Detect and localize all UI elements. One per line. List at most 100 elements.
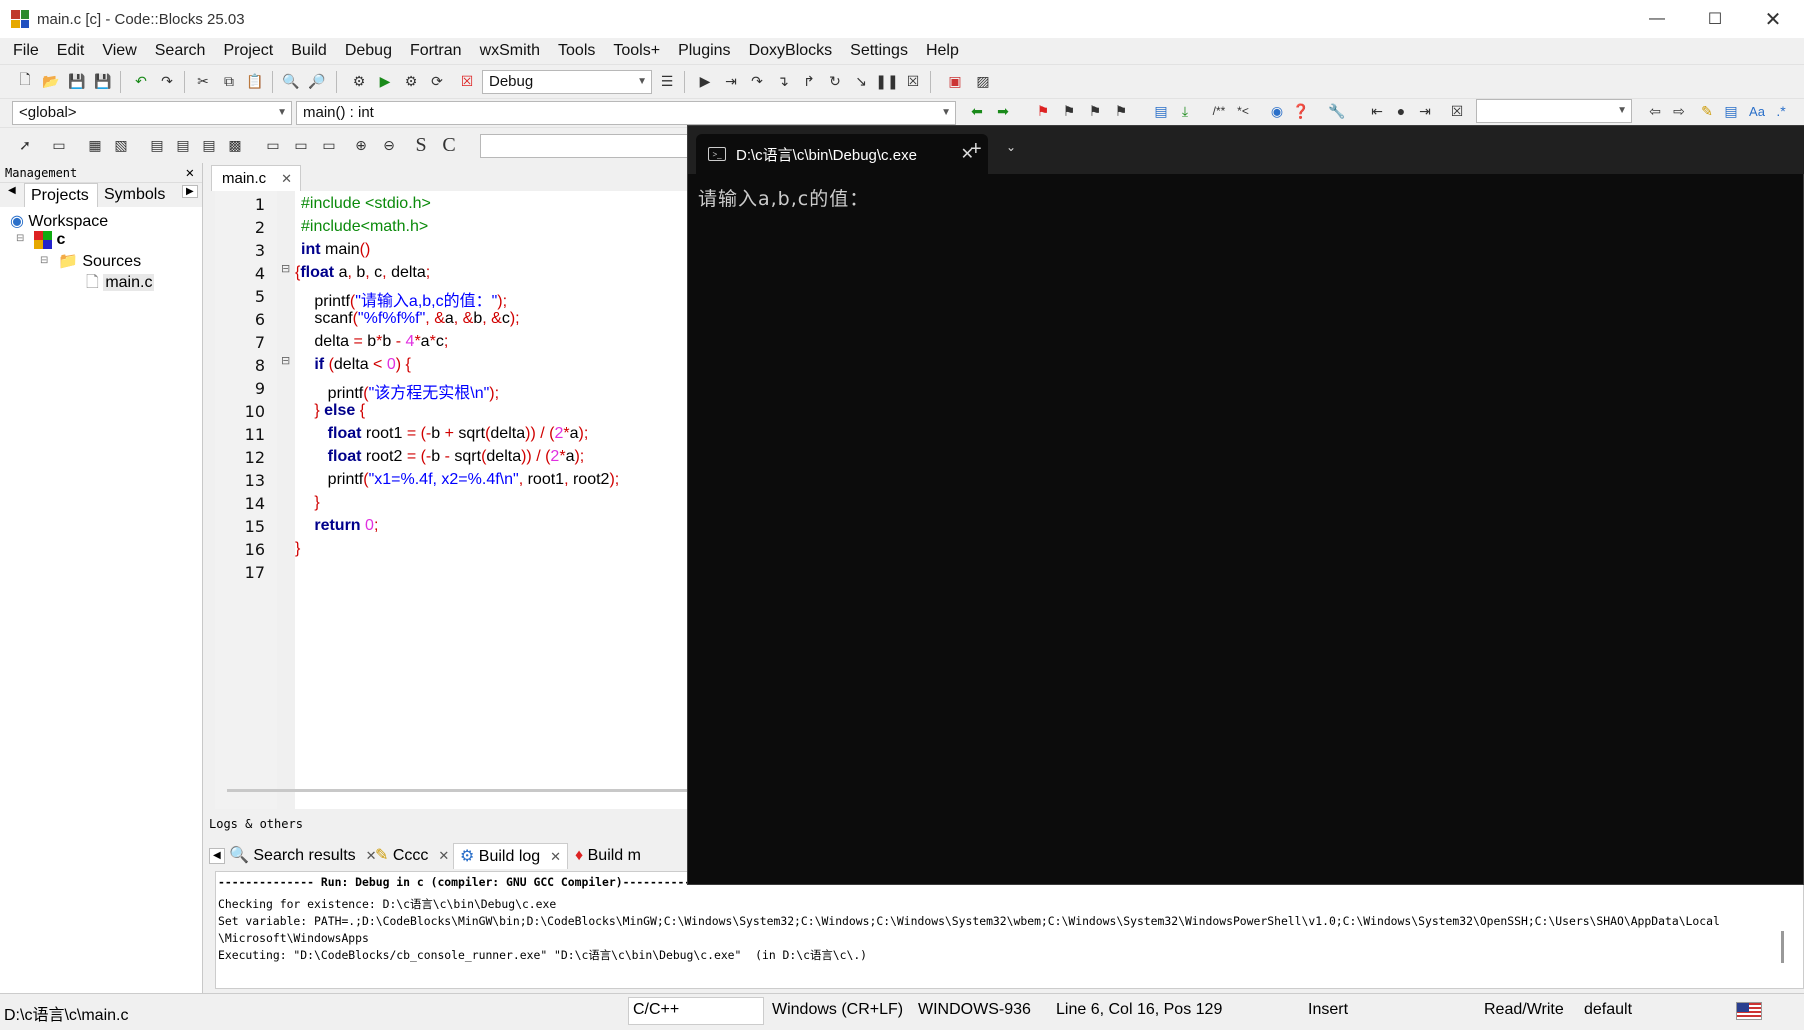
run-icon[interactable]: ▶ (374, 70, 396, 92)
zoom-in-icon[interactable]: ⊕ (350, 134, 372, 156)
window-icon[interactable]: ▭ (318, 134, 340, 156)
log-scrollbar[interactable] (1781, 931, 1784, 963)
menu-build[interactable]: Build (282, 38, 336, 64)
step-into-icon[interactable]: ↴ (772, 70, 794, 92)
new-file-icon[interactable]: 🗋 (14, 70, 36, 92)
menu-edit[interactable]: Edit (48, 38, 94, 64)
menu-search[interactable]: Search (146, 38, 215, 64)
close-tab-icon[interactable]: ✕ (550, 844, 561, 870)
match-case-icon[interactable]: Aa (1746, 100, 1768, 122)
build-options-icon[interactable]: ☰ (656, 70, 678, 92)
pointer-icon[interactable]: ➚ (14, 134, 36, 156)
next-line-icon[interactable]: ↷ (746, 70, 768, 92)
logs-scroll-left-icon[interactable]: ◀ (209, 848, 225, 864)
menu-view[interactable]: View (93, 38, 145, 64)
build-log-output[interactable]: -------------- Run: Debug in c (compiler… (215, 871, 1804, 989)
build-and-run-icon[interactable]: ⚙ (400, 70, 422, 92)
static-box-icon[interactable]: ▤ (172, 134, 194, 156)
run-to-cursor-icon[interactable]: ⇥ (720, 70, 742, 92)
zoom-out-icon[interactable]: ⊖ (378, 134, 400, 156)
clear-bookmarks-icon[interactable]: ⚑ (1110, 100, 1132, 122)
terminal-tab[interactable]: >_ D:\c语言\c\bin\Debug\c.exe ✕ (696, 134, 988, 174)
tab-cccc[interactable]: ✎ Cccc ✕ (375, 843, 449, 869)
menu-tools-plus[interactable]: Tools+ (604, 38, 669, 64)
incremental-search-input[interactable]: ▼ (1476, 99, 1632, 123)
scope-select[interactable]: <global> ▼ (12, 101, 292, 125)
paste-icon[interactable]: 📋 (244, 70, 266, 92)
prev-bookmark-icon[interactable]: ⚑ (1058, 100, 1080, 122)
flex-sizer-icon[interactable]: ▧ (110, 134, 132, 156)
tab-symbols[interactable]: Symbols (104, 183, 165, 207)
abort-icon[interactable]: ☒ (456, 70, 478, 92)
function-select[interactable]: main() : int ▼ (296, 101, 956, 125)
close-panel-icon[interactable]: ✕ (186, 163, 194, 183)
build-gear-icon[interactable]: ⚙ (348, 70, 370, 92)
forward-arrow-icon[interactable]: ➡ (992, 100, 1014, 122)
menu-file[interactable]: File (4, 38, 48, 64)
tree-item-workspace[interactable]: ◉ Workspace (10, 211, 108, 231)
menu-settings[interactable]: Settings (841, 38, 917, 64)
undo-icon[interactable]: ↶ (130, 70, 152, 92)
jump-back-icon[interactable]: ⇤ (1366, 100, 1388, 122)
search-combo[interactable] (480, 134, 690, 158)
debug-windows-icon[interactable]: ▣ (944, 70, 966, 92)
chm-icon[interactable]: ❓ (1290, 100, 1312, 122)
pause-icon[interactable]: ❚❚ (875, 70, 898, 92)
clear-search-icon[interactable]: ☒ (1446, 100, 1468, 122)
terminal-output[interactable]: 请输入a,b,c的值： (698, 184, 869, 211)
collapse-sources-icon[interactable]: ⊟ (40, 255, 48, 266)
frame-icon[interactable]: ▭ (48, 134, 70, 156)
close-tab-icon[interactable]: ✕ (281, 166, 292, 192)
redo-icon[interactable]: ↷ (156, 70, 178, 92)
tab-scroll-left-icon[interactable]: ◀ (8, 185, 16, 196)
jump-forward-icon[interactable]: ⇥ (1414, 100, 1436, 122)
std-dialog-icon[interactable]: ▩ (224, 134, 246, 156)
doxywizard-icon[interactable]: ▤ (1150, 100, 1172, 122)
tab-projects[interactable]: Projects (24, 183, 98, 207)
dialog-icon[interactable]: ▭ (290, 134, 312, 156)
grid-sizer-icon[interactable]: ▦ (84, 134, 106, 156)
menu-help[interactable]: Help (917, 38, 968, 64)
menu-debug[interactable]: Debug (336, 38, 401, 64)
replace-icon[interactable]: 🔎 (306, 70, 328, 92)
copy-icon[interactable]: ⧉ (218, 70, 240, 92)
fold-toggle-icon[interactable]: ⊟ (281, 262, 290, 275)
editor-tab-main-c[interactable]: main.c ✕ (211, 165, 301, 191)
tab-build-messages[interactable]: ♦ Build m (575, 843, 641, 869)
jump-last-icon[interactable]: ● (1390, 100, 1412, 122)
cut-icon[interactable]: ✂ (192, 70, 214, 92)
new-tab-icon[interactable]: + (970, 138, 982, 161)
close-icon[interactable]: ✕ (1744, 0, 1802, 38)
horizontal-scrollbar[interactable] (227, 789, 687, 792)
menu-tools[interactable]: Tools (549, 38, 604, 64)
code-editor[interactable]: #include <stdio.h> #include<math.h> int … (295, 191, 687, 809)
block-comment-icon[interactable]: /** (1208, 100, 1230, 122)
chevron-down-icon[interactable]: ⌄ (1006, 140, 1016, 154)
close-tab-icon[interactable]: ✕ (438, 843, 449, 869)
tree-item-project[interactable]: c (34, 231, 65, 249)
collapse-project-icon[interactable]: ⊟ (16, 233, 24, 244)
panel-icon[interactable]: ▭ (262, 134, 284, 156)
tab-search-results[interactable]: 🔍 Search results ✕ (229, 843, 377, 869)
preferences-icon[interactable]: 🔧 (1326, 100, 1348, 122)
next-instruction-icon[interactable]: ↻ (824, 70, 846, 92)
extract-doc-icon[interactable]: ⤓ (1174, 100, 1196, 122)
tab-scroll-right-icon[interactable]: ▶ (182, 185, 198, 198)
save-all-icon[interactable]: 💾 (92, 70, 114, 92)
html-icon[interactable]: ◉ (1266, 100, 1288, 122)
symbol-c-icon[interactable]: C (438, 134, 460, 156)
menu-plugins[interactable]: Plugins (669, 38, 739, 64)
back-arrow-icon[interactable]: ⬅ (966, 100, 988, 122)
regex-icon[interactable]: .* (1770, 100, 1792, 122)
open-file-icon[interactable]: 📂 (40, 70, 62, 92)
bookmark-icon[interactable]: ⚑ (1032, 100, 1054, 122)
maximize-icon[interactable]: ☐ (1686, 0, 1744, 38)
highlight-icon[interactable]: ✎ (1696, 100, 1718, 122)
status-language[interactable]: C/C++ (628, 997, 764, 1025)
menu-fortran[interactable]: Fortran (401, 38, 471, 64)
next-bookmark-icon[interactable]: ⚑ (1084, 100, 1106, 122)
build-target-select[interactable]: Debug ▼ (482, 70, 652, 94)
menu-wxsmith[interactable]: wxSmith (471, 38, 549, 64)
tree-item-sources[interactable]: 📁 Sources (58, 251, 141, 271)
search-next-icon[interactable]: ⇨ (1668, 100, 1690, 122)
